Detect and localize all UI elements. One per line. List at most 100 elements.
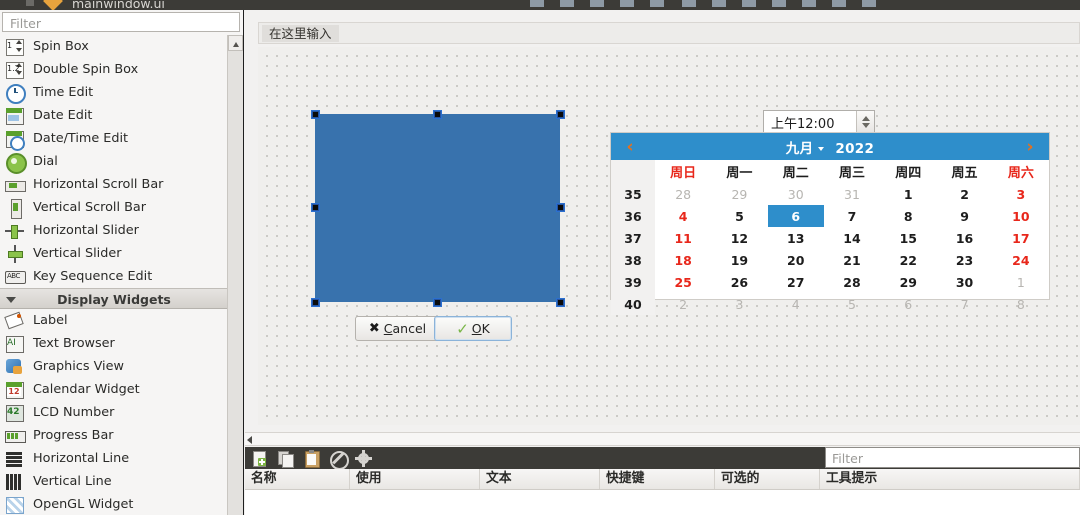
- action-column-header[interactable]: 使用: [350, 469, 480, 489]
- calendar-day[interactable]: 1: [880, 183, 936, 205]
- calendar-widget[interactable]: ‹ 九月 2022 › 周日 周一 周二 周三 周四 周五 周六 35 28 29 30 31 1 2 3…: [610, 132, 1050, 315]
- action-column-header[interactable]: 工具提示: [820, 469, 1080, 489]
- widget-item-lcd-number[interactable]: 42 LCD Number: [0, 401, 228, 424]
- calendar-day[interactable]: 15: [880, 227, 936, 249]
- spin-up-icon[interactable]: [862, 116, 870, 121]
- calendar-day[interactable]: 22: [880, 249, 936, 271]
- calendar-day[interactable]: 8: [880, 205, 936, 227]
- calendar-day[interactable]: 3: [711, 293, 767, 315]
- cancel-button[interactable]: ✖ Cancel: [355, 316, 440, 341]
- widget-item-vertical-slider[interactable]: Vertical Slider: [0, 242, 228, 265]
- widget-item-vertical-line[interactable]: Vertical Line: [0, 470, 228, 493]
- widget-item-opengl-widget[interactable]: OpenGL Widget: [0, 493, 228, 515]
- calendar-day[interactable]: 25: [655, 271, 711, 293]
- form-menubar[interactable]: 在这里输入: [258, 22, 1080, 44]
- calendar-day[interactable]: 27: [768, 271, 824, 293]
- calendar-day[interactable]: 4: [768, 293, 824, 315]
- resize-handle-w[interactable]: [311, 203, 320, 212]
- chevron-down-icon[interactable]: [818, 146, 825, 151]
- calendar-day[interactable]: 13: [768, 227, 824, 249]
- calendar-day[interactable]: 5: [824, 293, 880, 315]
- calendar-day[interactable]: 9: [936, 205, 992, 227]
- resize-handle-n[interactable]: [433, 110, 442, 119]
- calendar-day[interactable]: 12: [711, 227, 767, 249]
- widget-item-spin-box[interactable]: 1 Spin Box: [0, 35, 228, 58]
- calendar-day[interactable]: 29: [880, 271, 936, 293]
- resize-handle-nw[interactable]: [311, 110, 320, 119]
- ok-button[interactable]: ✓ OK: [434, 316, 512, 341]
- calendar-day[interactable]: 3: [993, 183, 1049, 205]
- resize-handle-ne[interactable]: [556, 110, 565, 119]
- calendar-day-selected[interactable]: 6: [767, 205, 824, 227]
- copy-icon[interactable]: [277, 450, 294, 468]
- widget-item-dial[interactable]: Dial: [0, 150, 228, 174]
- widget-item-graphics-view[interactable]: Graphics View: [0, 355, 228, 378]
- widget-item-calendar-widget[interactable]: 12 Calendar Widget: [0, 378, 228, 401]
- calendar-day[interactable]: 1: [993, 271, 1049, 293]
- action-editor-filter[interactable]: Filter: [825, 447, 1080, 468]
- calendar-grid[interactable]: 周日 周一 周二 周三 周四 周五 周六 35 28 29 30 31 1 2 3 36 4 5 6 7 8 9 10 37…: [611, 160, 1049, 315]
- calendar-day[interactable]: 5: [711, 205, 767, 227]
- delete-icon[interactable]: [329, 450, 349, 470]
- calendar-day[interactable]: 26: [711, 271, 767, 293]
- toolbar-icon-6[interactable]: [682, 0, 696, 7]
- calendar-day[interactable]: 7: [936, 293, 992, 315]
- widget-item-horizontal-line[interactable]: Horizontal Line: [0, 447, 228, 470]
- scroll-up-icon[interactable]: [228, 35, 243, 51]
- calendar-title[interactable]: 九月 2022: [786, 137, 874, 157]
- widget-item-progress-bar[interactable]: Progress Bar: [0, 424, 228, 447]
- resize-handle-s[interactable]: [433, 298, 442, 307]
- widget-item-date-time-edit[interactable]: Date/Time Edit: [0, 127, 228, 151]
- calendar-day[interactable]: 2: [936, 183, 992, 205]
- toolbar-icon-9[interactable]: [772, 0, 786, 7]
- widget-item-date-edit[interactable]: Date Edit: [0, 104, 228, 127]
- action-column-header[interactable]: 名称: [245, 469, 350, 489]
- calendar-day[interactable]: 30: [936, 271, 992, 293]
- calendar-day[interactable]: 7: [824, 205, 880, 227]
- time-edit-spinner[interactable]: [856, 111, 874, 133]
- resize-handle-sw[interactable]: [311, 298, 320, 307]
- scroll-left-icon[interactable]: [247, 436, 252, 444]
- widget-item-key-sequence-edit[interactable]: ABC Key Sequence Edit: [0, 265, 228, 288]
- widget-item-vertical-scroll-bar[interactable]: Vertical Scroll Bar: [0, 196, 228, 219]
- widget-list[interactable]: 1 Spin Box 1.2 Double Spin Box Time Edit Date…: [0, 35, 243, 515]
- calendar-day[interactable]: 17: [993, 227, 1049, 249]
- calendar-day[interactable]: 14: [824, 227, 880, 249]
- action-column-header[interactable]: 可选的: [715, 469, 820, 489]
- calendar-day[interactable]: 21: [824, 249, 880, 271]
- new-action-icon[interactable]: [251, 450, 268, 467]
- action-column-header[interactable]: 快捷键: [600, 469, 715, 489]
- calendar-day[interactable]: 6: [880, 293, 936, 315]
- widget-item-double-spin-box[interactable]: 1.2 Double Spin Box: [0, 58, 228, 81]
- calendar-day[interactable]: 24: [993, 249, 1049, 271]
- collapse-triangle-icon[interactable]: [6, 297, 16, 303]
- toolbar-icon-4[interactable]: [620, 0, 634, 7]
- paste-icon[interactable]: [303, 450, 320, 468]
- widget-item-time-edit[interactable]: Time Edit: [0, 81, 228, 104]
- calendar-day[interactable]: 28: [824, 271, 880, 293]
- calendar-day[interactable]: 19: [711, 249, 767, 271]
- toolbar-icon-3[interactable]: [590, 0, 604, 7]
- action-column-header[interactable]: 文本: [480, 469, 600, 489]
- toolbar-icon-10[interactable]: [802, 0, 816, 7]
- calendar-day[interactable]: 11: [655, 227, 711, 249]
- toolbar-icon-1[interactable]: [530, 0, 544, 7]
- calendar-day[interactable]: 8: [993, 293, 1049, 315]
- calendar-day[interactable]: 31: [824, 183, 880, 205]
- form-canvas[interactable]: ✖ Cancel ✓ OK 上午12:00 ‹ 九月 2022 › 周日 周一 …: [258, 47, 1080, 425]
- widget-item-label[interactable]: Label: [0, 309, 228, 332]
- calendar-day[interactable]: 18: [655, 249, 711, 271]
- calendar-day[interactable]: 29: [711, 183, 767, 205]
- calendar-day[interactable]: 16: [936, 227, 992, 249]
- menubar-type-here[interactable]: 在这里输入: [262, 25, 339, 42]
- calendar-day[interactable]: 4: [655, 205, 711, 227]
- calendar-day[interactable]: 20: [768, 249, 824, 271]
- calendar-day[interactable]: 2: [655, 293, 711, 315]
- toolbar-icon-12[interactable]: [862, 0, 876, 7]
- resize-handle-e[interactable]: [556, 203, 565, 212]
- spin-down-icon[interactable]: [862, 123, 870, 128]
- toolbar-icon-5[interactable]: [650, 0, 664, 7]
- widget-list-scrollbar[interactable]: [227, 35, 243, 515]
- settings-gear-icon[interactable]: [355, 450, 372, 467]
- toolbar-icon-8[interactable]: [742, 0, 756, 7]
